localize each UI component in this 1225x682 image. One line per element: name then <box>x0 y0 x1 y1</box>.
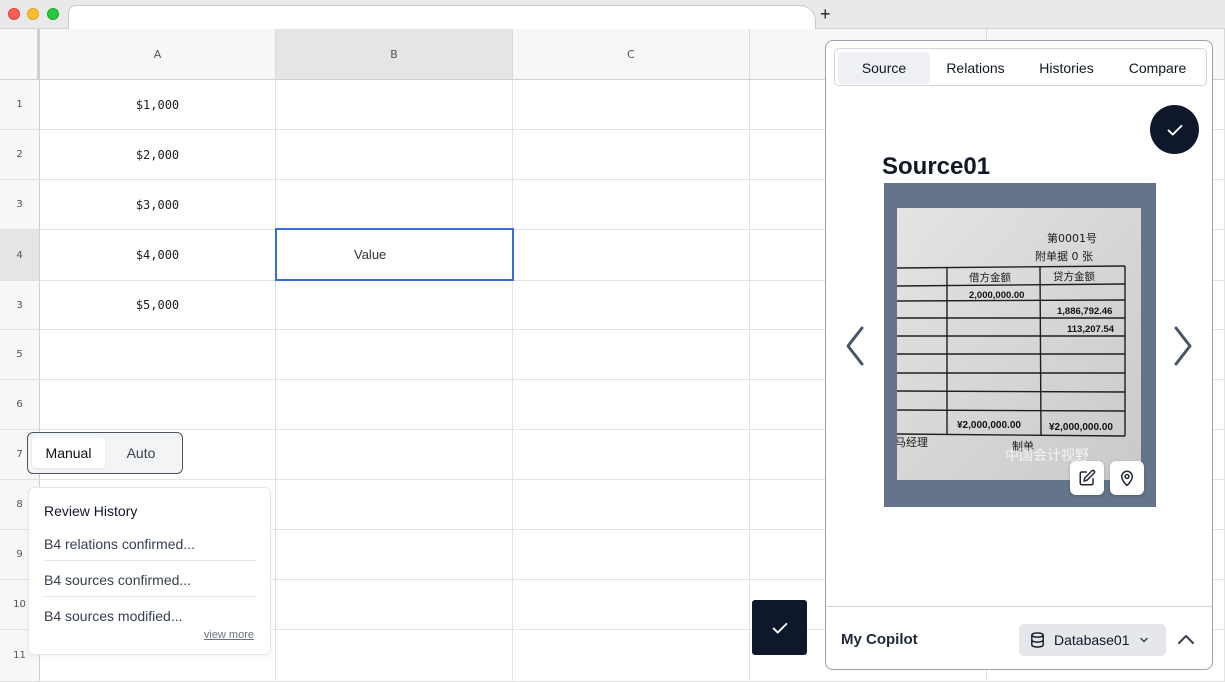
grid-corner[interactable] <box>0 29 40 80</box>
column-header-b[interactable]: B <box>276 29 513 80</box>
chevron-left-icon[interactable] <box>842 324 868 368</box>
database-select[interactable]: Database01 <box>1019 624 1166 656</box>
mode-toggle: Manual Auto <box>27 432 183 474</box>
grid-cell[interactable] <box>276 80 513 130</box>
tab-source[interactable]: Source <box>838 52 930 84</box>
grid-cell[interactable] <box>513 480 750 530</box>
source-document-image: 第0001号 附单据 0 张 借方金额 贷方金额 2,000,000.00 1,… <box>897 208 1141 480</box>
grid-cell[interactable] <box>276 130 513 180</box>
title-bar: + <box>0 0 1225 30</box>
row-header-3[interactable]: 3 <box>0 180 40 230</box>
confirm-source-button[interactable] <box>1150 105 1199 154</box>
map-pin-icon <box>1121 470 1133 487</box>
review-history-item[interactable]: B4 relations confirmed... <box>44 536 256 552</box>
grid-cell[interactable] <box>40 330 276 380</box>
tab-relations[interactable]: Relations <box>930 52 1021 84</box>
cell-a5[interactable]: $5,000 <box>40 281 276 330</box>
grid-cell[interactable] <box>276 180 513 230</box>
source-image-frame: 第0001号 附单据 0 张 借方金额 贷方金额 2,000,000.00 1,… <box>884 183 1156 507</box>
grid-cell[interactable] <box>513 380 750 430</box>
grid-cell[interactable] <box>513 430 750 480</box>
row-header-2[interactable]: 2 <box>0 130 40 180</box>
credit-value-2: 113,207.54 <box>1067 324 1115 335</box>
review-history-title: Review History <box>44 503 138 519</box>
view-more-link[interactable]: view more <box>204 629 254 641</box>
grid-cell[interactable] <box>513 530 750 580</box>
chevron-down-icon <box>1139 637 1148 643</box>
grid-cell[interactable] <box>513 281 750 330</box>
cell-a4[interactable]: $4,000 <box>40 230 276 281</box>
manager-label: 马经理 <box>897 436 928 449</box>
grid-cell[interactable] <box>276 580 513 630</box>
grid-cell[interactable] <box>276 330 513 380</box>
grid-cell[interactable] <box>513 180 750 230</box>
voucher-attachments: 附单据 0 张 <box>1035 249 1093 263</box>
row-header-5[interactable]: 3 <box>0 281 40 330</box>
manual-mode-button[interactable]: Manual <box>32 438 105 468</box>
column-header-c[interactable]: C <box>513 29 750 80</box>
app-window: + A B C 1 2 3 4 3 5 6 7 8 9 10 11 $1,000… <box>0 0 1225 682</box>
check-icon <box>772 622 787 633</box>
confirm-button[interactable] <box>752 600 807 655</box>
grid-cell[interactable] <box>513 130 750 180</box>
browser-tab[interactable] <box>68 5 816 30</box>
copilot-bar: My Copilot Database01 <box>825 606 1213 670</box>
divider <box>44 560 256 561</box>
maximize-window-button[interactable] <box>47 8 59 20</box>
credit-value-1: 1,886,792.46 <box>1057 306 1112 317</box>
debit-header: 借方金额 <box>969 271 1011 284</box>
edit-source-button[interactable] <box>1070 461 1104 495</box>
grid-cell[interactable] <box>40 380 276 430</box>
total-debit: ¥2,000,000.00 <box>957 420 1021 431</box>
grid-cell[interactable] <box>513 80 750 130</box>
review-history-item[interactable]: B4 sources modified... <box>44 608 256 624</box>
grid-cell[interactable] <box>276 281 513 330</box>
close-window-button[interactable] <box>8 8 20 20</box>
source-panel: Source Relations Histories Compare Sourc… <box>825 40 1213 606</box>
database-select-label: Database01 <box>1054 632 1130 648</box>
minimize-window-button[interactable] <box>27 8 39 20</box>
review-history-card: Review History B4 relations confirmed...… <box>28 487 271 655</box>
grid-cell[interactable] <box>513 230 750 281</box>
voucher-number: 第0001号 <box>1047 231 1097 245</box>
locate-source-button[interactable] <box>1110 461 1144 495</box>
grid-cell[interactable] <box>276 380 513 430</box>
auto-mode-button[interactable]: Auto <box>105 438 177 468</box>
credit-header: 贷方金额 <box>1053 270 1095 283</box>
cell-b4-selected[interactable]: Value <box>275 228 514 281</box>
chevron-right-icon[interactable] <box>1170 324 1196 368</box>
grid-cell[interactable] <box>276 480 513 530</box>
grid-cell[interactable] <box>276 430 513 480</box>
cell-a1[interactable]: $1,000 <box>40 80 276 130</box>
total-credit: ¥2,000,000.00 <box>1049 422 1113 433</box>
grid-cell[interactable] <box>276 530 513 580</box>
divider <box>44 596 256 597</box>
tab-histories[interactable]: Histories <box>1021 52 1112 84</box>
new-tab-button[interactable]: + <box>820 4 831 24</box>
row-header-7[interactable]: 6 <box>0 380 40 430</box>
grid-cell[interactable] <box>513 330 750 380</box>
edit-icon <box>1079 469 1096 486</box>
row-header-4[interactable]: 4 <box>0 230 40 281</box>
panel-tabs: Source Relations Histories Compare <box>834 48 1207 86</box>
column-header-a[interactable]: A <box>40 29 276 80</box>
row-header-1[interactable]: 1 <box>0 80 40 130</box>
grid-cell[interactable] <box>513 580 750 630</box>
source-title: Source01 <box>882 153 991 180</box>
voucher-photo: 第0001号 附单据 0 张 借方金额 贷方金额 2,000,000.00 1,… <box>897 208 1141 480</box>
tab-compare[interactable]: Compare <box>1112 52 1203 84</box>
check-icon <box>1167 124 1182 135</box>
grid-cell[interactable] <box>513 630 750 682</box>
grid-cell[interactable] <box>276 630 513 682</box>
cell-a2[interactable]: $2,000 <box>40 130 276 180</box>
row-header-6[interactable]: 5 <box>0 330 40 380</box>
chevron-up-icon[interactable] <box>1176 631 1196 647</box>
cell-a3[interactable]: $3,000 <box>40 180 276 230</box>
database-icon <box>1031 632 1044 648</box>
review-history-item[interactable]: B4 sources confirmed... <box>44 572 256 588</box>
debit-value: 2,000,000.00 <box>969 290 1024 301</box>
copilot-title: My Copilot <box>841 631 918 648</box>
